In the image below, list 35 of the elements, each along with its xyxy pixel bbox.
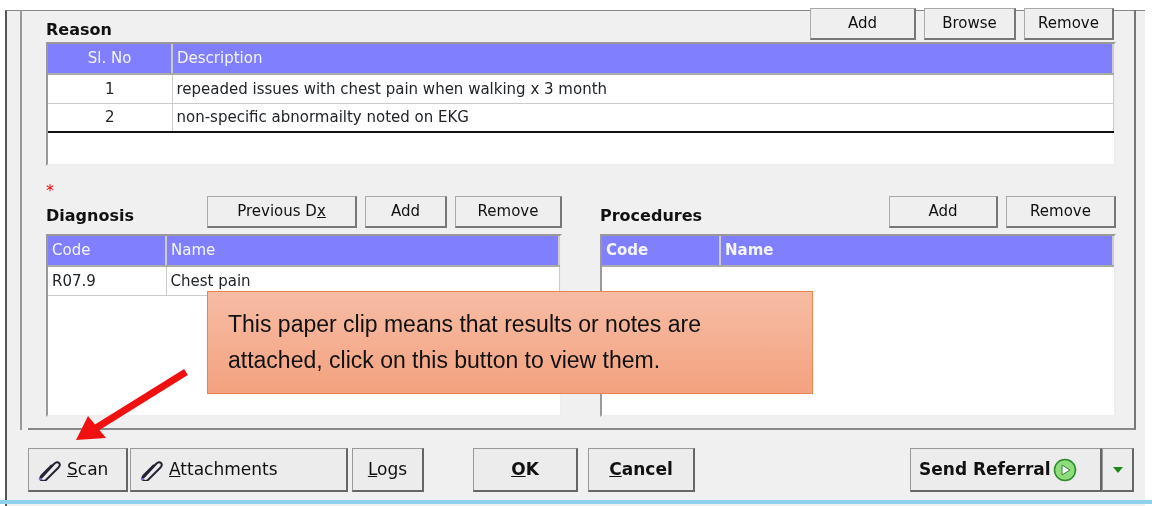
- button[interactable]: Cancel: [588, 448, 695, 492]
- play-icon: [1052, 457, 1077, 482]
- section-title: Diagnosis: [46, 205, 134, 227]
- dropdown-button[interactable]: [1102, 448, 1134, 492]
- button[interactable]: Logs: [352, 448, 424, 492]
- button[interactable]: Scan: [28, 448, 128, 492]
- button[interactable]: Add: [889, 196, 998, 228]
- table-cell: non-specific abnormailty noted on EKG: [172, 103, 1113, 132]
- button[interactable]: Send Referral: [910, 448, 1102, 492]
- button[interactable]: Add: [810, 8, 916, 40]
- caret-icon: [1111, 465, 1124, 474]
- section-title: Reason: [46, 19, 112, 41]
- column-header: Description: [172, 44, 1113, 74]
- column-header: Code: [48, 236, 166, 266]
- section-title: Procedures: [600, 205, 703, 227]
- paperclip-icon: [139, 458, 163, 481]
- button[interactable]: Browse: [924, 8, 1016, 40]
- callout-note: This paper clip means that results or notes are attached, click on this button to view them.: [207, 291, 813, 394]
- table-cell: R07.9: [48, 266, 166, 295]
- button[interactable]: Previous Dx: [207, 196, 357, 228]
- table-cell: 2: [48, 103, 172, 132]
- button[interactable]: Remove: [455, 196, 562, 228]
- button[interactable]: Remove: [1024, 8, 1114, 40]
- column-header: Sl. No: [48, 44, 172, 74]
- column-header: Code: [602, 236, 720, 266]
- column-header: Name: [166, 236, 559, 266]
- required-icon: *: [46, 186, 562, 196]
- column-header: Name: [720, 236, 1113, 266]
- button[interactable]: OK: [473, 448, 578, 492]
- button[interactable]: Remove: [1006, 196, 1116, 228]
- table-cell: 1: [48, 74, 172, 103]
- button[interactable]: Add: [365, 196, 447, 228]
- table-cell: repeaded issues with chest pain when walking x 3 month: [172, 74, 1113, 103]
- paperclip-icon: [37, 458, 61, 481]
- button[interactable]: Attachments: [130, 448, 348, 492]
